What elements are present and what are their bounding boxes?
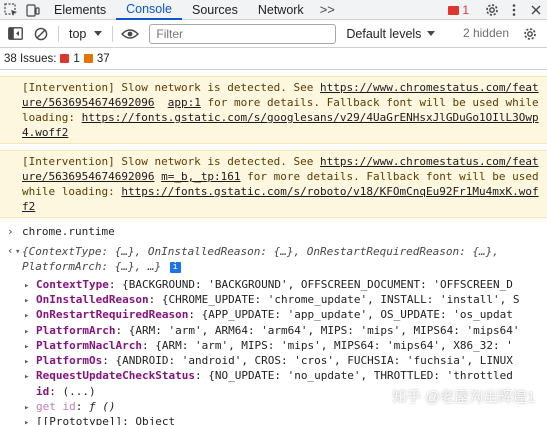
console-warning-message: [Intervention] Slow network is detected.… bbox=[0, 76, 547, 144]
context-label: top bbox=[69, 26, 87, 41]
property-row[interactable]: ▸ OnRestartRequiredReason: {APP_UPDATE: '… bbox=[0, 307, 547, 322]
devtools-tab-bar: Elements Console Sources Network >> 1 bbox=[0, 0, 547, 20]
message-source-link[interactable]: app:1 bbox=[168, 96, 201, 109]
issue-error-count: 1 bbox=[73, 52, 80, 65]
property-key: PlatformOs bbox=[36, 354, 103, 368]
error-icon bbox=[448, 5, 460, 15]
property-key: get id bbox=[36, 399, 76, 413]
console-toolbar: top Default levels 2 hidden bbox=[0, 20, 547, 48]
input-command: chrome.runtime bbox=[22, 225, 115, 238]
expand-caret-icon[interactable]: ▸ bbox=[24, 325, 29, 338]
sidebar-toggle-icon[interactable] bbox=[2, 21, 28, 47]
tab-sources[interactable]: Sources bbox=[182, 0, 248, 20]
property-value: ƒ () bbox=[89, 399, 116, 413]
warning-text: [Intervention] Slow network is detected.… bbox=[22, 81, 321, 94]
toolbar-divider bbox=[58, 25, 59, 42]
property-row[interactable]: ▸ RequestUpdateCheckStatus: {NO_UPDATE: '… bbox=[0, 368, 547, 383]
issue-warning-count: 37 bbox=[96, 52, 110, 65]
issues-bar[interactable]: 38 Issues: 1 37 bbox=[0, 48, 547, 70]
input-prompt-icon: › bbox=[7, 225, 14, 238]
property-value: {NO_UPDATE: 'no_update', THROTTLED: 'thr… bbox=[208, 369, 513, 383]
expand-caret-icon[interactable]: ▾ bbox=[15, 245, 20, 260]
property-value: Object bbox=[135, 415, 176, 425]
font-url-link[interactable]: https://fonts.gstatic.com/s/googlesans/v… bbox=[22, 111, 539, 139]
property-key: id bbox=[36, 384, 50, 398]
log-levels-dropdown[interactable]: Default levels bbox=[346, 26, 436, 41]
property-key: ContextType bbox=[36, 277, 109, 291]
expand-caret-icon[interactable]: ▸ bbox=[24, 370, 29, 383]
expand-caret-icon[interactable]: ▸ bbox=[24, 279, 29, 292]
more-options-icon[interactable] bbox=[503, 0, 525, 20]
property-row[interactable]: ▸ PlatformNaclArch: {ARM: 'arm', MIPS: 'm… bbox=[0, 338, 547, 353]
property-key: PlatformArch bbox=[36, 323, 116, 337]
tab-bar-right: 1 bbox=[448, 0, 547, 20]
issues-label: 38 Issues: bbox=[4, 52, 57, 65]
issue-warning-icon bbox=[83, 54, 93, 63]
device-toolbar-icon[interactable] bbox=[22, 0, 44, 20]
result-summary: {ContextType: {…}, OnInstalledReason: {…… bbox=[22, 245, 499, 274]
property-value: {ARM: 'arm', ARM64: 'arm64', MIPS: 'mips… bbox=[128, 323, 520, 337]
property-value[interactable]: (...) bbox=[63, 385, 96, 398]
toolbar-divider bbox=[112, 25, 114, 42]
expand-caret-icon[interactable]: ▸ bbox=[24, 309, 29, 322]
property-value: {ARM: 'arm', MIPS: 'mips', MIPS64: 'mips… bbox=[155, 338, 513, 352]
property-row[interactable]: ▸ PlatformOs: {ANDROID: 'android', CROS: … bbox=[0, 353, 547, 368]
console-warning-message: [Intervention] Slow network is detected.… bbox=[0, 150, 547, 218]
result-prompt-icon: ‹ bbox=[7, 244, 14, 258]
property-key: RequestUpdateCheckStatus bbox=[36, 369, 195, 383]
live-expression-eye-icon[interactable] bbox=[117, 21, 143, 47]
dropdown-arrow-icon bbox=[94, 31, 103, 36]
property-value: {CHROME_UPDATE: 'chrome_update', INSTALL… bbox=[161, 292, 520, 306]
hidden-messages-count: 2 hidden bbox=[462, 26, 509, 40]
inspect-element-icon[interactable] bbox=[0, 0, 22, 20]
console-settings-gear-icon[interactable] bbox=[517, 21, 543, 47]
property-key: OnRestartRequiredReason bbox=[36, 308, 189, 322]
info-icon[interactable]: i bbox=[169, 262, 181, 273]
property-row[interactable]: ▸ PlatformArch: {ARM: 'arm', ARM64: 'arm6… bbox=[0, 323, 547, 338]
property-key: PlatformNaclArch bbox=[36, 338, 142, 352]
watermark-text: 知乎 @老屋沟出辉煌1 bbox=[392, 390, 535, 406]
warning-text: [Intervention] Slow network is detected.… bbox=[22, 155, 321, 168]
clear-console-icon[interactable] bbox=[28, 21, 54, 47]
property-value: {APP_UPDATE: 'app_update', OS_UPDATE: 'o… bbox=[201, 308, 513, 322]
console-output: [Intervention] Slow network is detected.… bbox=[0, 70, 547, 425]
expand-caret-icon[interactable]: ▸ bbox=[24, 294, 29, 307]
error-count: 1 bbox=[462, 3, 469, 17]
log-levels-label: Default levels bbox=[346, 26, 422, 41]
issue-error-icon bbox=[60, 54, 70, 63]
console-result[interactable]: ‹ ▾ {ContextType: {…}, OnInstalledReason… bbox=[0, 241, 547, 276]
property-row[interactable]: ▸ OnInstalledReason: {CHROME_UPDATE: 'chr… bbox=[0, 292, 547, 307]
message-source-link[interactable]: m=_b,_tp:161 bbox=[161, 170, 240, 183]
console-input-line: › chrome.runtime bbox=[0, 222, 547, 241]
tab-network[interactable]: Network bbox=[248, 0, 314, 20]
property-row[interactable]: ▸ ContextType: {BACKGROUND: 'BACKGROUND',… bbox=[0, 277, 547, 292]
property-value: {ANDROID: 'android', CROS: 'cros', FUCHS… bbox=[115, 354, 513, 368]
property-key: OnInstalledReason bbox=[36, 292, 149, 306]
property-key: [[Prototype]] bbox=[36, 415, 123, 425]
settings-gear-icon[interactable] bbox=[481, 0, 503, 20]
expand-caret-icon[interactable]: ▸ bbox=[24, 416, 29, 425]
expand-caret-icon[interactable]: ▸ bbox=[24, 340, 29, 353]
tab-console[interactable]: Console bbox=[116, 0, 182, 20]
more-tabs-button[interactable]: >> bbox=[314, 2, 341, 17]
expand-caret-icon[interactable]: ▸ bbox=[24, 401, 29, 414]
context-selector[interactable]: top bbox=[63, 27, 108, 41]
dropdown-arrow-icon bbox=[427, 31, 436, 36]
tab-elements[interactable]: Elements bbox=[44, 0, 116, 20]
property-value: {BACKGROUND: 'BACKGROUND', OFFSCREEN_DOC… bbox=[122, 277, 513, 291]
watermark: 知乎 @老屋沟出辉煌1 bbox=[392, 386, 535, 407]
expand-caret-icon[interactable]: ▸ bbox=[24, 355, 29, 368]
error-count-badge[interactable]: 1 bbox=[448, 3, 469, 17]
property-row[interactable]: ▸ [[Prototype]]: Object bbox=[0, 414, 547, 425]
close-devtools-icon[interactable] bbox=[525, 0, 547, 20]
filter-input[interactable] bbox=[149, 23, 337, 44]
